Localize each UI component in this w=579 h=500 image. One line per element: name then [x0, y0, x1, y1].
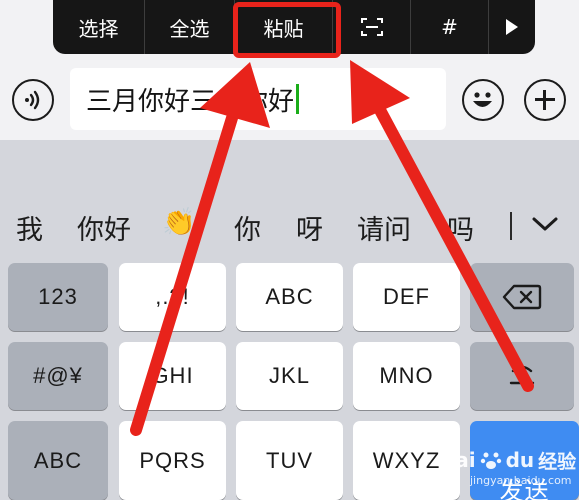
- key-ghi[interactable]: GHI: [119, 342, 226, 410]
- menu-more[interactable]: [489, 0, 535, 54]
- smiley-icon: [473, 92, 492, 107]
- key-tuv[interactable]: TUV: [236, 421, 343, 500]
- key-symbols[interactable]: #@¥: [8, 342, 108, 410]
- candidate-word[interactable]: 你: [234, 208, 261, 247]
- candidate-emoji[interactable]: 👏: [162, 206, 196, 238]
- key-punctuation[interactable]: ,.?!: [119, 263, 226, 331]
- menu-select-label: 选择: [78, 16, 119, 41]
- menu-hashtag-label: #: [441, 15, 458, 39]
- key-delete[interactable]: [470, 263, 574, 331]
- more-functions-button[interactable]: [524, 79, 566, 121]
- key-abc-mode[interactable]: ABC: [8, 421, 108, 500]
- voice-icon: [25, 90, 40, 110]
- key-send[interactable]: 发送: [470, 421, 579, 500]
- watermark-url: jingyan.baidu.com: [470, 474, 572, 487]
- key-jkl[interactable]: JKL: [236, 342, 343, 410]
- candidate-divider: [510, 212, 512, 240]
- menu-paste[interactable]: 粘贴: [235, 0, 333, 54]
- candidate-bar: 我 你好 👏 你 呀 请问 吗: [0, 196, 579, 256]
- text-caret: [296, 84, 300, 114]
- candidate-word[interactable]: 吗: [447, 208, 474, 247]
- message-text-field[interactable]: 三月你好三月你好: [70, 68, 446, 130]
- menu-select[interactable]: 选择: [53, 0, 145, 54]
- key-wxyz[interactable]: WXYZ: [353, 421, 460, 500]
- chevron-down-icon[interactable]: [530, 214, 560, 234]
- emoji-button[interactable]: [462, 79, 504, 121]
- message-input-bar: 三月你好三月你好: [0, 62, 579, 138]
- menu-hashtag[interactable]: #: [411, 0, 489, 54]
- scan-text-icon: [360, 18, 383, 36]
- candidate-word[interactable]: 你好: [77, 208, 131, 247]
- key-def[interactable]: DEF: [353, 263, 460, 331]
- menu-select-all[interactable]: 全选: [145, 0, 235, 54]
- candidate-word[interactable]: 呀: [296, 208, 323, 247]
- menu-paste-label: 粘贴: [263, 16, 304, 41]
- edit-context-menu: 选择 全选 粘贴 #: [53, 0, 535, 54]
- candidate-word[interactable]: 我: [16, 208, 43, 247]
- play-more-icon: [506, 19, 518, 35]
- voice-input-button[interactable]: [12, 79, 54, 121]
- key-numbers[interactable]: 123: [8, 263, 108, 331]
- key-pqrs[interactable]: PQRS: [119, 421, 226, 500]
- key-enter[interactable]: [470, 342, 574, 410]
- enter-icon: [509, 365, 535, 385]
- menu-scan-text[interactable]: [333, 0, 411, 54]
- backspace-icon: [502, 284, 542, 310]
- key-abc[interactable]: ABC: [236, 263, 343, 331]
- menu-select-all-label: 全选: [169, 16, 210, 41]
- message-text: 三月你好三月你好: [86, 86, 295, 117]
- candidate-word[interactable]: 请问: [357, 208, 411, 247]
- key-mno[interactable]: MNO: [353, 342, 460, 410]
